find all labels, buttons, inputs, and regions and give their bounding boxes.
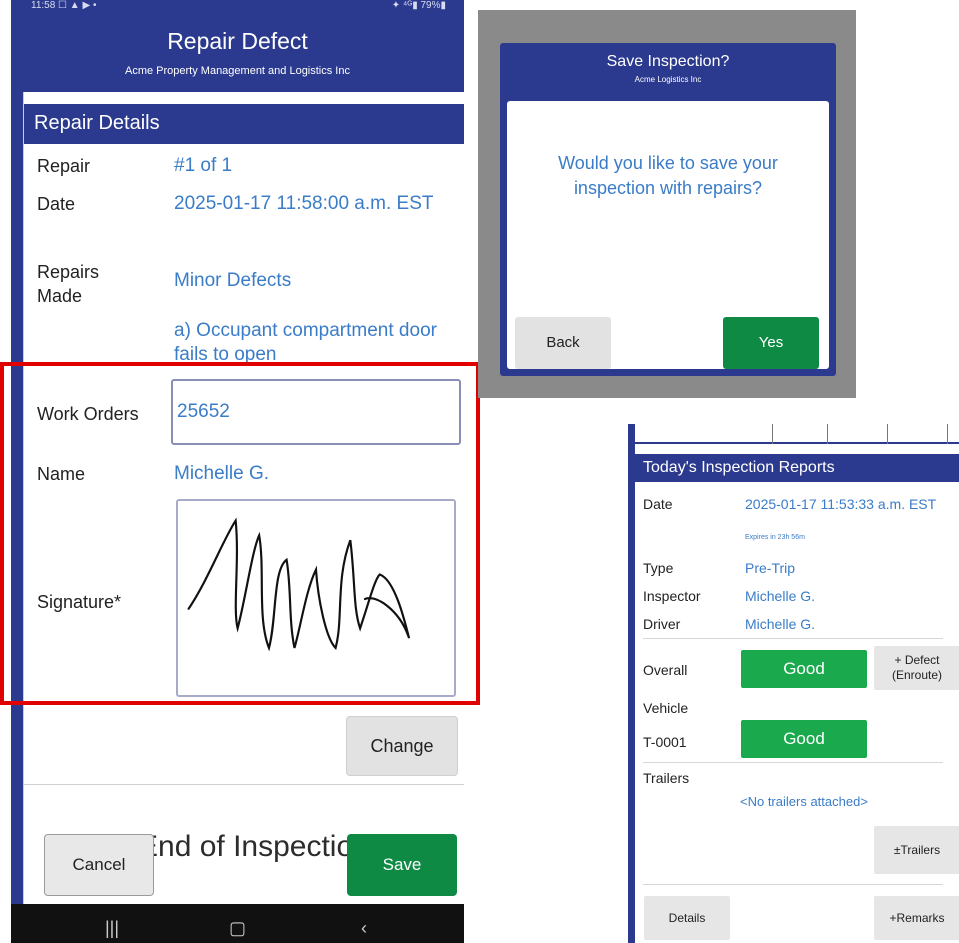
date-value: 2025-01-17 11:58:00 a.m. EST	[174, 193, 434, 214]
status-time: 11:58 ☐ ▲ ▶ •	[31, 0, 97, 11]
trailers-label: Trailers	[643, 770, 690, 786]
defect-item: a) Occupant compartment door fails to op…	[174, 320, 437, 365]
date-label: Date	[643, 496, 673, 512]
repairs-made-value: Minor Defects	[174, 270, 292, 291]
inspection-reports-screen: Today's Inspection Reports Date 2025-01-…	[628, 424, 959, 943]
reports-header: Today's Inspection Reports	[635, 454, 959, 482]
overall-status-button[interactable]: Good	[741, 650, 867, 688]
divider	[643, 884, 943, 885]
dialog-subtitle: Acme Logistics Inc	[634, 75, 702, 84]
save-button[interactable]: Save	[347, 834, 457, 896]
save-dialog-screen: Save Inspection? Acme Logistics Inc Woul…	[478, 10, 856, 398]
date-value: 2025-01-17 11:53:33 a.m. EST	[745, 496, 937, 512]
driver-value: Michelle G.	[745, 616, 816, 632]
no-trailers-text: <No trailers attached>	[740, 794, 868, 809]
tab-divider	[827, 424, 828, 444]
expires-text: Expires in 23h 56m	[745, 534, 805, 541]
repair-value: #1 of 1	[174, 155, 233, 176]
type-value: Pre-Trip	[745, 560, 796, 576]
cancel-button[interactable]: Cancel	[44, 834, 154, 896]
status-bar: 11:58 ☐ ▲ ▶ • ✦ ⁴ᴳ▮ 79%▮	[11, 0, 464, 14]
tab-divider	[772, 424, 773, 444]
vehicle-label: Vehicle	[643, 700, 689, 716]
vehicle-status-button[interactable]: Good	[741, 720, 867, 758]
remarks-button[interactable]: +Remarks	[874, 896, 959, 940]
tab-bar	[635, 424, 959, 444]
yes-button[interactable]: Yes	[723, 317, 819, 369]
add-defect-button[interactable]: + Defect (Enroute)	[874, 646, 959, 690]
home-icon[interactable]: ▢	[229, 918, 246, 939]
dialog-title: Save Inspection?	[606, 53, 730, 70]
repair-label: Repair	[37, 156, 91, 176]
type-label: Type	[643, 560, 674, 576]
vehicle-id: T-0001	[643, 734, 687, 750]
date-label: Date	[37, 194, 76, 214]
page-title: Repair Defect	[167, 28, 308, 54]
save-inspection-dialog: Save Inspection? Acme Logistics Inc Woul…	[500, 43, 836, 376]
details-button[interactable]: Details	[644, 896, 730, 940]
repairs-made-label: Repairs Made	[37, 262, 100, 306]
divider	[643, 638, 943, 639]
back-icon[interactable]: ‹	[361, 918, 367, 939]
divider	[643, 762, 943, 763]
trailers-button[interactable]: ±Trailers	[874, 826, 959, 874]
tab-divider	[947, 424, 948, 444]
dialog-body: Would you like to save your inspection w…	[507, 101, 829, 369]
recent-apps-icon[interactable]: |||	[105, 918, 119, 939]
driver-label: Driver	[643, 616, 681, 632]
inspector-label: Inspector	[643, 588, 701, 604]
company-subtitle: Acme Property Management and Logistics I…	[124, 65, 350, 77]
overall-label: Overall	[643, 662, 688, 678]
end-of-inspection-text: End of Inspection	[138, 830, 370, 863]
section-header: Repair Details	[24, 104, 464, 144]
tab-divider	[887, 424, 888, 444]
divider	[24, 784, 464, 785]
dialog-message: Would you like to save your inspection w…	[558, 153, 778, 198]
back-button[interactable]: Back	[515, 317, 611, 369]
highlight-box	[0, 362, 480, 705]
android-nav-bar: ||| ▢ ‹	[11, 904, 464, 943]
inspector-value: Michelle G.	[745, 588, 816, 604]
status-icons: ✦ ⁴ᴳ▮ 79%▮	[391, 0, 446, 11]
change-signature-button[interactable]: Change	[346, 716, 458, 776]
